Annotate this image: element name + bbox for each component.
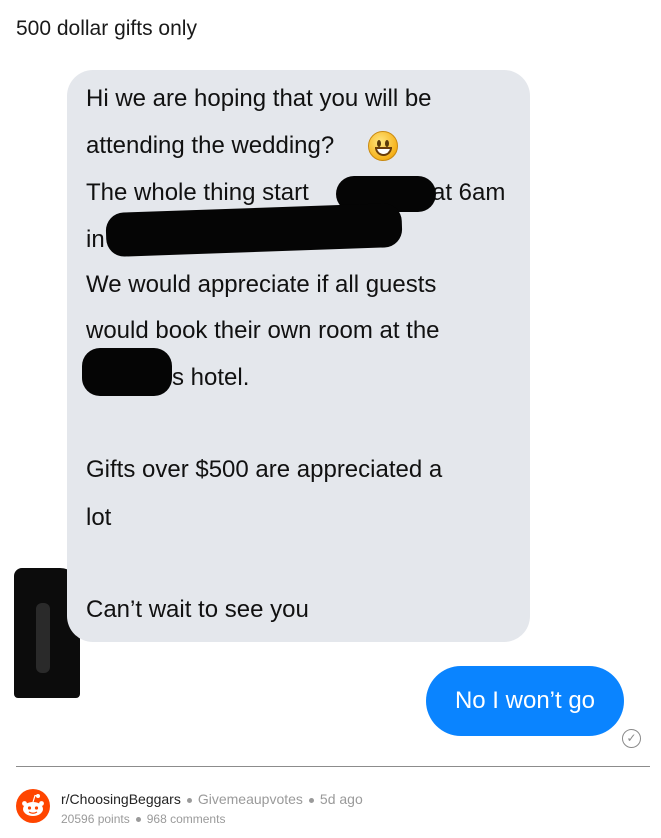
message-line: We would appreciate if all guests [86, 271, 437, 298]
points-count: 20596 points [61, 812, 130, 826]
separator-dot [135, 817, 141, 823]
post-title: 500 dollar gifts only [16, 17, 197, 40]
message-line: attending the wedding? [86, 132, 335, 159]
divider [16, 766, 650, 767]
subreddit-link[interactable]: r/ChoosingBeggars [61, 791, 181, 807]
message-line: Hi we are hoping that you will be [86, 85, 432, 112]
post-stats: 20596 points 968 comments [61, 812, 225, 826]
author-link[interactable]: Givemeaupvotes [198, 791, 303, 807]
redaction-mark [82, 348, 172, 396]
message-line: at 6am [432, 179, 506, 206]
message-line: Gifts over $500 are appreciated a [86, 456, 443, 483]
message-line: Can’t wait to see you [86, 596, 309, 623]
post-meta: r/ChoosingBeggars Givemeaupvotes 5d ago [61, 791, 363, 807]
grinning-face-emoji-icon [368, 131, 398, 161]
message-line: The whole thing start [86, 179, 309, 206]
seen-check-icon: ✓ [622, 729, 641, 748]
post-age: 5d ago [319, 791, 363, 807]
separator-dot [308, 797, 314, 803]
reddit-logo-icon [16, 789, 50, 823]
outgoing-message-bubble: No I won’t go [426, 666, 624, 736]
chat-screenshot: Hi we are hoping that you will be attend… [0, 58, 661, 758]
message-line: would book their own room at the [86, 317, 440, 344]
message-line: lot [86, 504, 112, 531]
message-line: s hotel. [172, 364, 250, 391]
separator-dot [186, 797, 192, 803]
message-line: in [86, 226, 105, 253]
comments-link[interactable]: 968 comments [147, 812, 226, 826]
